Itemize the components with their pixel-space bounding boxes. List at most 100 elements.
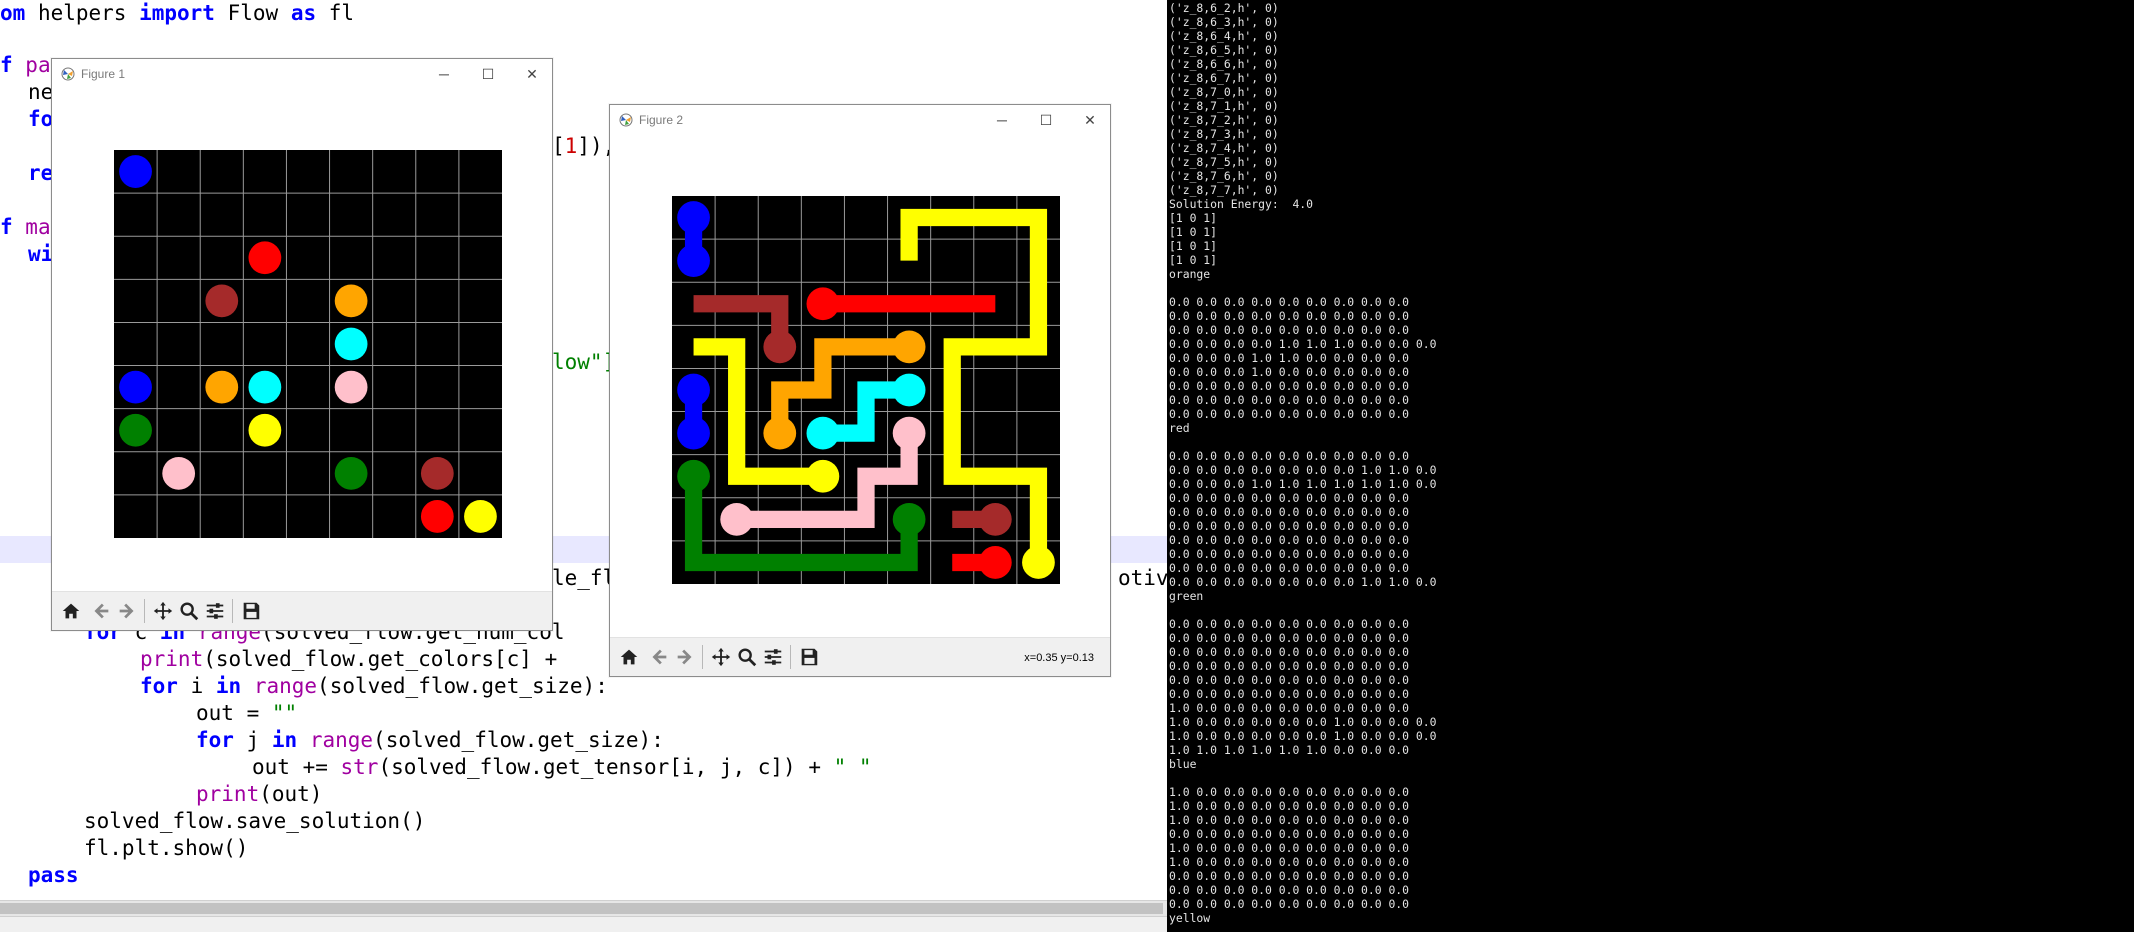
code-token: range	[309, 728, 374, 752]
flow-endpoint-dot	[677, 459, 710, 493]
zoom-button[interactable]	[734, 644, 760, 670]
horizontal-scrollbar[interactable]	[0, 900, 1167, 916]
console-line: ('z_8,6_6,h', 0)	[1169, 57, 1279, 71]
code-token: re	[28, 161, 54, 185]
console-line: ('z_8,6_4,h', 0)	[1169, 29, 1279, 43]
code-token: as	[290, 1, 317, 25]
console-line: 0.0 0.0 0.0 0.0 0.0 0.0 0.0 0.0 0.0	[1169, 505, 1410, 519]
maximize-button[interactable]: ☐	[1036, 110, 1056, 130]
code-line: print(solved_flow.get_colors[c] +	[140, 646, 570, 673]
back-button[interactable]	[88, 598, 114, 624]
figure2-titlebar[interactable]: Figure 2 ─ ☐ ✕	[610, 105, 1110, 135]
save-icon	[243, 602, 260, 620]
home-icon	[620, 649, 638, 665]
scrollbar-thumb[interactable]	[0, 903, 1163, 914]
minimize-button[interactable]: ─	[992, 110, 1012, 130]
figure1-plot[interactable]	[114, 150, 502, 538]
code-token: om	[0, 1, 26, 25]
console-line: 0.0 0.0 0.0 0.0 0.0 0.0 0.0 0.0 0.0	[1169, 645, 1410, 659]
console-line: 0.0 0.0 0.0 0.0 0.0 0.0 0.0 0.0 0.0	[1169, 407, 1410, 421]
console-line: [1 0 1]	[1169, 253, 1218, 267]
figure1-window[interactable]: Figure 1 ─ ☐ ✕	[51, 58, 553, 631]
console-line: 0.0 0.0 0.0 0.0 0.0 0.0 0.0 0.0 0.0	[1169, 547, 1410, 561]
console-line: 0.0 0.0 0.0 0.0 0.0 0.0 0.0 0.0 0.0	[1169, 897, 1410, 911]
console-line: 1.0 0.0 0.0 0.0 0.0 0.0 1.0 0.0 0.0 0.0	[1169, 729, 1437, 743]
configure-subplots-icon	[764, 649, 782, 665]
console-line: ('z_8,6_3,h', 0)	[1169, 15, 1279, 29]
console-line: 0.0 0.0 0.0 0.0 0.0 0.0 0.0 0.0 0.0	[1169, 379, 1410, 393]
forward-icon	[677, 649, 692, 665]
console-line: ('z_8,6_5,h', 0)	[1169, 43, 1279, 57]
forward-button[interactable]	[114, 598, 140, 624]
figure1-title: Figure 1	[81, 67, 126, 81]
zoom-button[interactable]	[176, 598, 202, 624]
save-button[interactable]	[796, 644, 822, 670]
code-token: 1	[564, 134, 578, 158]
code-line: [1]),	[552, 133, 615, 160]
console-line: ('z_8,7_3,h', 0)	[1169, 127, 1279, 141]
code-line: otive	[1118, 565, 1167, 592]
home-button[interactable]	[58, 598, 84, 624]
toolbar-separator	[790, 645, 791, 669]
forward-button[interactable]	[672, 644, 698, 670]
flow-endpoint-dot	[119, 370, 152, 404]
flow-endpoint-dot	[248, 241, 282, 275]
code-token: print	[140, 647, 204, 671]
save-button[interactable]	[238, 598, 264, 624]
code-line: print(out)	[196, 781, 322, 808]
code-line: out = ""	[196, 700, 297, 727]
configure-subplots-button[interactable]	[760, 644, 786, 670]
figure2-window[interactable]: Figure 2 ─ ☐ ✕ x=0.35 y=0.13	[609, 104, 1111, 677]
flow-endpoint-dot	[205, 284, 239, 318]
pan-icon	[153, 601, 173, 621]
code-token: (solved_flow.get_size):	[373, 728, 664, 752]
code-line: pass	[28, 862, 79, 889]
figure1-titlebar[interactable]: Figure 1 ─ ☐ ✕	[52, 59, 552, 89]
console-line: ('z_8,7_2,h', 0)	[1169, 113, 1279, 127]
code-line: fl.plt.show()	[84, 835, 248, 862]
code-token: fl	[316, 1, 355, 25]
console-line: 0.0 0.0 0.0 0.0 0.0 0.0 0.0 1.0 1.0 0.0	[1169, 463, 1437, 477]
code-token: (solved_flow.get_size):	[317, 674, 608, 698]
code-token: str	[340, 755, 379, 779]
code-line: re	[28, 160, 53, 187]
console-line: ('z_8,6_2,h', 0)	[1169, 1, 1279, 15]
code-token: ""	[271, 701, 298, 725]
code-line: low"]	[552, 349, 615, 376]
figure2-plot[interactable]	[672, 196, 1060, 584]
code-token: for	[196, 728, 234, 752]
console-line: 0.0 0.0 0.0 0.0 0.0 0.0 0.0 0.0 0.0	[1169, 533, 1410, 547]
figure2-toolbar: x=0.35 y=0.13	[610, 637, 1110, 676]
matplotlib-logo-icon	[61, 67, 75, 81]
console-line: green	[1169, 589, 1204, 603]
zoom-icon	[738, 648, 757, 667]
console-line: 1.0 0.0 0.0 0.0 0.0 0.0 0.0 0.0 0.0	[1169, 841, 1410, 855]
flow-endpoint-dot	[205, 370, 239, 404]
console-line: ('z_8,7_5,h', 0)	[1169, 155, 1279, 169]
pan-button[interactable]	[150, 598, 176, 624]
code-token: ne	[28, 80, 54, 104]
console-line: 0.0 0.0 0.0 1.0 0.0 0.0 0.0 0.0 0.0	[1169, 365, 1410, 379]
close-button[interactable]: ✕	[1080, 110, 1100, 130]
flow-endpoint-dot	[978, 502, 1012, 536]
console-line: 1.0 1.0 1.0 1.0 1.0 1.0 0.0 0.0 0.0	[1169, 743, 1410, 757]
console-line: [1 0 1]	[1169, 225, 1218, 239]
code-token: Flow	[214, 1, 291, 25]
configure-subplots-button[interactable]	[202, 598, 228, 624]
flow-endpoint-dot	[677, 244, 710, 278]
close-button[interactable]: ✕	[522, 64, 542, 84]
minimize-button[interactable]: ─	[434, 64, 454, 84]
console-line: orange	[1169, 267, 1211, 281]
flow-endpoint-dot	[677, 201, 710, 234]
code-token: j	[233, 728, 272, 752]
back-button[interactable]	[646, 644, 672, 670]
console-line: ('z_8,6_7,h', 0)	[1169, 71, 1279, 85]
code-token: (out)	[259, 782, 323, 806]
console-line: 0.0 0.0 0.0 0.0 0.0 0.0 0.0 0.0 0.0	[1169, 295, 1410, 309]
console-output[interactable]: ('z_8,6_2,h', 0) ('z_8,6_3,h', 0) ('z_8,6_…	[1167, 0, 2134, 932]
flow-endpoint-dot	[334, 456, 368, 490]
pan-button[interactable]	[708, 644, 734, 670]
home-button[interactable]	[616, 644, 642, 670]
maximize-button[interactable]: ☐	[478, 64, 498, 84]
